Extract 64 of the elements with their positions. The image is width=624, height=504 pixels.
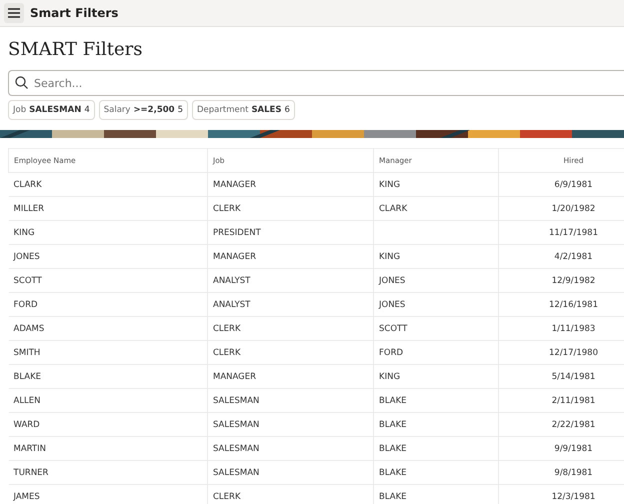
- table-cell: 12/3/1981: [498, 484, 624, 504]
- table-cell: MANAGER: [208, 172, 374, 196]
- table-cell: BLAKE: [374, 484, 498, 504]
- table-cell: SCOTT: [374, 316, 498, 340]
- table-cell: TURNER: [8, 460, 208, 484]
- table-cell: JONES: [374, 268, 498, 292]
- search-icon: [15, 76, 28, 89]
- table-cell: CLERK: [208, 340, 374, 364]
- table-cell: SCOTT: [8, 268, 208, 292]
- table-cell: ANALYST: [208, 268, 374, 292]
- table-cell: BLAKE: [374, 388, 498, 412]
- table-cell: JONES: [8, 244, 208, 268]
- table-cell: BLAKE: [374, 436, 498, 460]
- filter-chip[interactable]: Job SALESMAN 4: [8, 100, 95, 120]
- table-cell: 5/14/1981: [498, 364, 624, 388]
- table-cell: SALESMAN: [208, 388, 374, 412]
- table-cell: 11/17/1981: [498, 220, 624, 244]
- filter-chip[interactable]: Department SALES 6: [192, 100, 295, 120]
- table-cell: 9/9/1981: [498, 436, 624, 460]
- table-cell: CLERK: [208, 484, 374, 504]
- table-cell: KING: [8, 220, 208, 244]
- table-cell: WARD: [8, 412, 208, 436]
- search-field[interactable]: Search...: [8, 70, 624, 96]
- table-cell: 12/16/1981: [498, 292, 624, 316]
- table-cell: SALESMAN: [208, 436, 374, 460]
- table-cell: KING: [374, 364, 498, 388]
- filter-chip[interactable]: Salary >=2,500 5: [98, 100, 188, 120]
- table-cell: KING: [374, 244, 498, 268]
- table-cell: BLAKE: [8, 364, 208, 388]
- table-cell: JAMES: [8, 484, 208, 504]
- table-cell: CLERK: [208, 316, 374, 340]
- table-cell: 9/8/1981: [498, 460, 624, 484]
- table-cell: KING: [374, 172, 498, 196]
- table-cell: BLAKE: [374, 460, 498, 484]
- table-cell: 6/9/1981: [498, 172, 624, 196]
- table-cell: BLAKE: [374, 412, 498, 436]
- table-cell: ADAMS: [8, 316, 208, 340]
- table-cell: 12/9/1982: [498, 268, 624, 292]
- table-cell: 1/11/1983: [498, 316, 624, 340]
- table-cell: 12/17/1980: [498, 340, 624, 364]
- table-cell: CLARK: [374, 196, 498, 220]
- table-cell: SALESMAN: [208, 412, 374, 436]
- table-cell: SMITH: [8, 340, 208, 364]
- table-cell: FORD: [374, 340, 498, 364]
- menu-button[interactable]: [4, 3, 24, 23]
- table-cell: 2/22/1981: [498, 412, 624, 436]
- table-cell: MANAGER: [208, 244, 374, 268]
- table-cell: ANALYST: [208, 292, 374, 316]
- menu-icon: [8, 8, 20, 18]
- table-cell: FORD: [8, 292, 208, 316]
- table-cell: CLERK: [208, 196, 374, 220]
- table-cell: MILLER: [8, 196, 208, 220]
- table-cell: 4/2/1981: [498, 244, 624, 268]
- table-cell: 2/11/1981: [498, 388, 624, 412]
- table-cell: MARTIN: [8, 436, 208, 460]
- table-cell: JONES: [374, 292, 498, 316]
- table-cell: PRESIDENT: [208, 220, 374, 244]
- table-cell: MANAGER: [208, 364, 374, 388]
- table-cell: 1/20/1982: [498, 196, 624, 220]
- table-cell: CLARK: [8, 172, 208, 196]
- table-cell: SALESMAN: [208, 460, 374, 484]
- page-title: SMART Filters: [8, 39, 144, 60]
- app-title: Smart Filters: [30, 6, 118, 20]
- table-cell: ALLEN: [8, 388, 208, 412]
